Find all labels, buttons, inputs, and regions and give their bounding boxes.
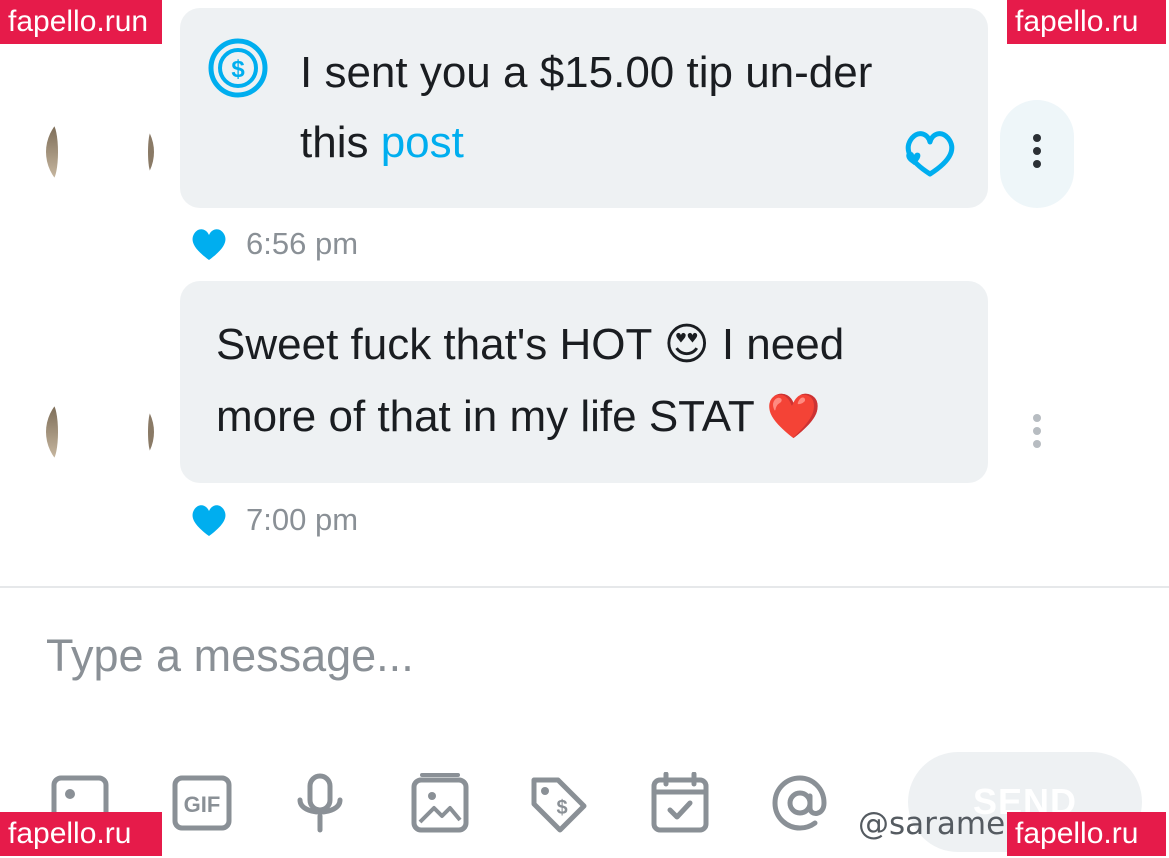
message-options-button[interactable] — [1000, 100, 1074, 208]
heart-filled-icon[interactable] — [190, 227, 228, 261]
svg-text:GIF: GIF — [184, 792, 221, 817]
text-message-bubble: Sweet fuck that's HOT 😍 I need more of t… — [180, 281, 988, 483]
message-options-button[interactable] — [1000, 394, 1074, 466]
tip-message-bubble: $ I sent you a $15.00 tip un-der this po… — [180, 8, 988, 208]
watermark-bottom-right: fapello.ru — [1007, 812, 1166, 856]
more-vertical-icon — [1032, 414, 1042, 454]
watermark-top-right: fapello.ru — [1007, 0, 1166, 44]
message-time: 6:56 pm — [246, 226, 359, 261]
price-tag-icon[interactable]: $ — [528, 772, 588, 834]
heart-filled-icon[interactable] — [190, 503, 228, 537]
sender-avatar[interactable] — [46, 384, 154, 480]
tip-message-text: I sent you a $15.00 tip un-der this post — [300, 38, 900, 178]
dollar-coin-icon: $ — [208, 38, 268, 98]
creator-username-overlay: @sarame — [858, 806, 1006, 842]
composer-divider — [0, 586, 1169, 588]
more-vertical-icon — [1032, 134, 1042, 174]
like-outline-icon[interactable] — [900, 128, 960, 180]
media-vault-icon[interactable] — [410, 772, 470, 834]
post-link[interactable]: post — [381, 118, 464, 167]
sender-avatar[interactable] — [46, 104, 154, 200]
message-time: 7:00 pm — [246, 502, 359, 537]
message-text: Sweet fuck that's HOT 😍 I need more of t… — [216, 320, 845, 441]
watermark-bottom-left: fapello.ru — [0, 812, 162, 856]
mention-icon[interactable] — [770, 772, 830, 834]
microphone-icon[interactable] — [290, 772, 350, 834]
watermark-top-left: fapello.run — [0, 0, 162, 44]
gif-icon[interactable]: GIF — [172, 772, 232, 834]
message-input[interactable] — [46, 620, 866, 692]
svg-text:$: $ — [556, 797, 567, 819]
svg-text:$: $ — [231, 56, 245, 83]
message-meta: 7:00 pm — [190, 500, 358, 540]
message-meta: 6:56 pm — [190, 224, 358, 264]
calendar-icon[interactable] — [650, 772, 710, 834]
